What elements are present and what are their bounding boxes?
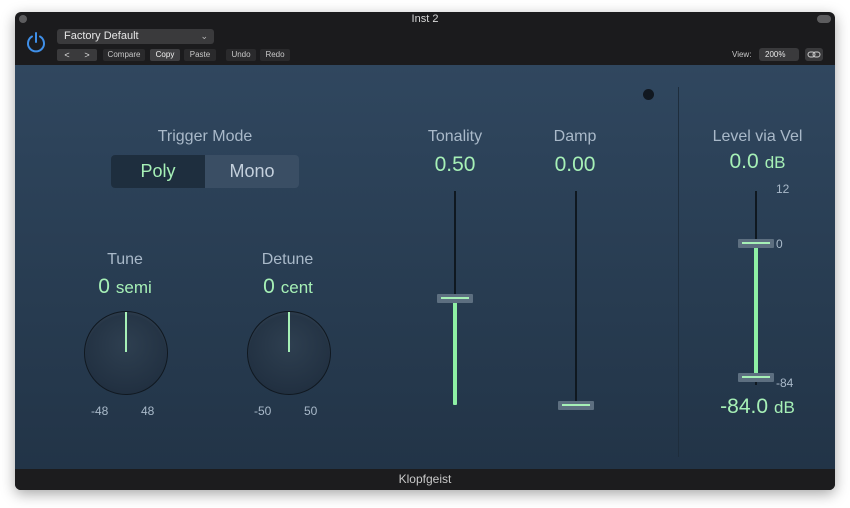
window-resize-control[interactable] <box>817 15 831 23</box>
damp-handle-line <box>562 404 590 406</box>
preset-name: Factory Default <box>64 30 139 42</box>
level-lower-value-display[interactable]: -84.0 dB <box>695 395 820 419</box>
detune-label: Detune <box>261 251 314 268</box>
trigger-mode-poly[interactable]: Poly <box>111 155 205 188</box>
copy-button[interactable]: Copy <box>150 49 180 61</box>
tonality-slider-fill <box>453 298 457 405</box>
tune-knob-pointer <box>125 312 127 352</box>
tune-value: 0 <box>98 275 110 298</box>
tonality-value[interactable]: 0.50 <box>410 153 500 177</box>
paste-button[interactable]: Paste <box>184 49 216 61</box>
plugin-panel: Trigger Mode Poly Mono Tune 0 semi -48 48… <box>15 65 835 469</box>
power-icon[interactable] <box>24 30 48 54</box>
window-title: Inst 2 <box>411 13 439 25</box>
level-lower-handle-line <box>742 376 770 378</box>
section-divider <box>678 87 679 457</box>
detune-max-label: 50 <box>304 404 318 418</box>
plugin-name-footer: Klopfgeist <box>15 469 835 490</box>
chevron-down-icon: ⌄ <box>200 31 208 41</box>
detune-value: 0 <box>263 275 275 298</box>
tune-unit: semi <box>115 278 152 297</box>
preset-nav: < > <box>57 49 97 61</box>
preset-dropdown[interactable]: Factory Default ⌄ <box>57 29 214 44</box>
tune-label: Tune <box>107 251 143 268</box>
damp-slider-track[interactable] <box>575 191 577 405</box>
level-upper-value: 0.0 <box>729 150 759 173</box>
view-zoom-select[interactable]: 200% <box>759 48 799 61</box>
level-upper-handle-line <box>742 242 770 244</box>
detune-unit: cent <box>280 278 313 297</box>
trigger-mode-label: Trigger Mode <box>157 128 253 145</box>
view-label: View: <box>732 50 752 59</box>
detune-knob-pointer <box>288 312 290 352</box>
tune-value-display[interactable]: 0 semi <box>70 275 180 299</box>
plugin-window: Inst 2 Factory Default ⌄ < > Compare Cop… <box>15 12 835 490</box>
level-slider-fill <box>754 243 758 378</box>
undo-button[interactable]: Undo <box>226 49 256 61</box>
level-via-vel-label: Level via Vel <box>712 128 803 145</box>
tonality-handle-line <box>441 297 469 299</box>
tune-max-label: 48 <box>141 404 155 418</box>
detune-knob[interactable] <box>247 311 331 395</box>
level-scale-zero: 0 <box>776 237 783 251</box>
level-upper-handle[interactable] <box>738 239 774 248</box>
next-preset-button[interactable]: > <box>77 49 97 61</box>
redo-button[interactable]: Redo <box>260 49 290 61</box>
trigger-mode-mono[interactable]: Mono <box>205 155 299 188</box>
view-zoom-value: 200% <box>765 50 786 59</box>
level-lower-handle[interactable] <box>738 373 774 382</box>
tune-knob[interactable] <box>84 311 168 395</box>
window-close-dot[interactable] <box>19 15 27 23</box>
level-lower-value: -84.0 <box>720 395 769 418</box>
level-scale-top: 12 <box>776 182 790 196</box>
trigger-mode-selector: Poly Mono <box>111 155 299 188</box>
prev-preset-button[interactable]: < <box>57 49 77 61</box>
compare-button[interactable]: Compare <box>103 49 145 61</box>
status-dot <box>643 89 654 100</box>
level-upper-value-display[interactable]: 0.0 dB <box>695 150 820 174</box>
title-bar: Inst 2 <box>15 12 835 30</box>
level-lower-unit: dB <box>774 398 795 417</box>
link-icon[interactable] <box>805 48 823 61</box>
tonality-slider-handle[interactable] <box>437 294 473 303</box>
damp-slider-handle[interactable] <box>558 401 594 410</box>
tonality-label: Tonality <box>427 128 483 145</box>
detune-value-display[interactable]: 0 cent <box>233 275 343 299</box>
level-scale-bottom: -84 <box>776 376 794 390</box>
damp-label: Damp <box>553 128 597 145</box>
level-upper-unit: dB <box>764 153 786 172</box>
tune-min-label: -48 <box>91 404 109 418</box>
damp-value[interactable]: 0.00 <box>530 153 620 177</box>
detune-min-label: -50 <box>254 404 272 418</box>
